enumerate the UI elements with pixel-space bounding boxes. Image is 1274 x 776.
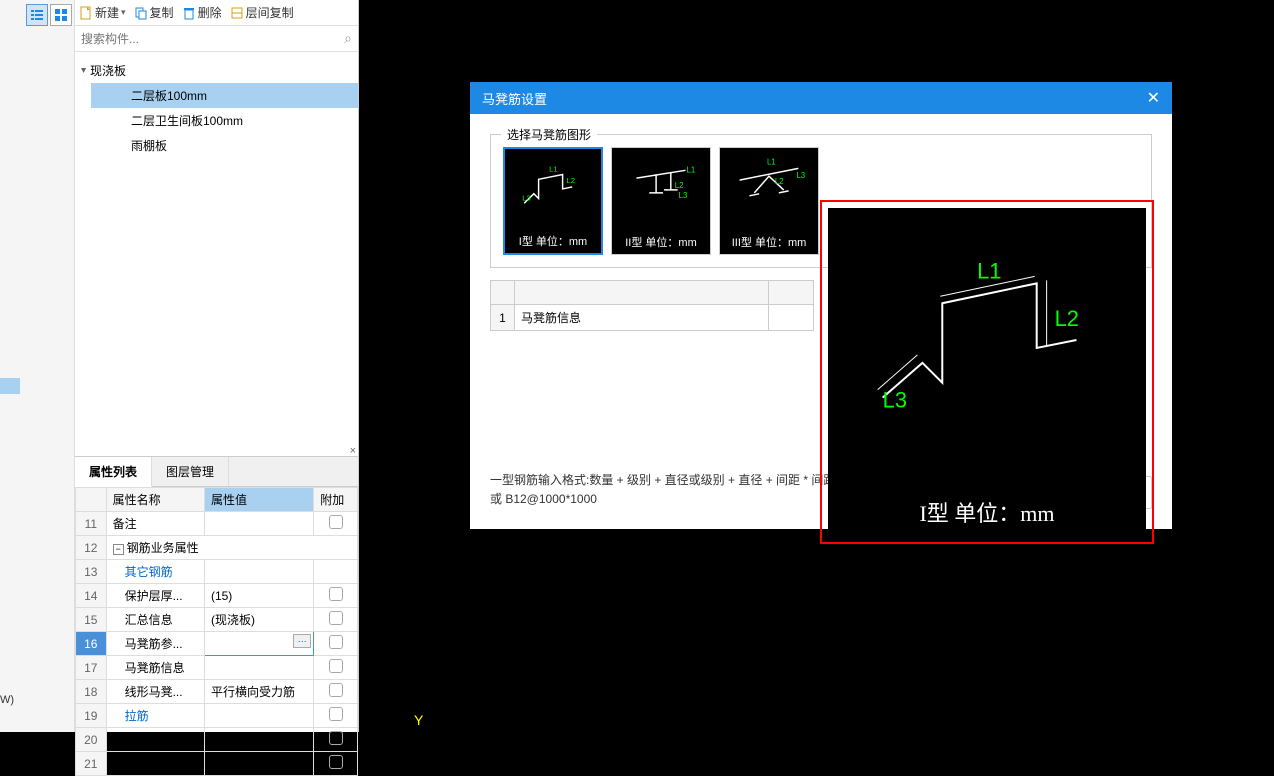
layer-copy-icon xyxy=(230,6,244,20)
tree-group-header[interactable]: 现浇板 xyxy=(75,58,358,83)
prop-row[interactable]: 21拉筋数量向上取整+1 xyxy=(76,752,358,776)
prop-row[interactable]: 18线形马凳...平行横向受力筋 xyxy=(76,680,358,704)
axis-y-label: Y xyxy=(414,712,423,728)
shape-type-3[interactable]: L1 L2 L3 III型 单位：mm xyxy=(719,147,819,255)
svg-text:L2: L2 xyxy=(1055,306,1079,331)
svg-text:L1: L1 xyxy=(549,165,558,174)
checkbox[interactable] xyxy=(329,587,343,601)
property-tabs: 属性列表 图层管理 xyxy=(75,457,358,487)
col-value: 属性值 xyxy=(204,488,313,512)
checkbox[interactable] xyxy=(329,635,343,649)
svg-text:L3: L3 xyxy=(796,171,805,180)
col-name: 属性名称 xyxy=(106,488,204,512)
tab-properties[interactable]: 属性列表 xyxy=(75,457,152,487)
dialog-title: 马凳筋设置 xyxy=(482,89,547,108)
col-num xyxy=(76,488,107,512)
preview-label: I型 单位：mm xyxy=(828,496,1146,528)
svg-text:L2: L2 xyxy=(775,177,784,186)
prop-row[interactable]: 20马凳筋数...向上取整+1 xyxy=(76,728,358,752)
prop-row[interactable]: 16马凳筋参...⋯ xyxy=(76,632,358,656)
shape-label-1: I型 单位：mm xyxy=(505,233,601,249)
tree-item-0[interactable]: 二层板100mm xyxy=(91,83,358,108)
dialog-header: 马凳筋设置 ✕ xyxy=(470,82,1172,114)
left-marker xyxy=(0,378,20,394)
sidebar: 新建▾ 复制 删除 层间复制 ⌕ 现浇板 二层板100mm 二层卫生间板100m… xyxy=(75,0,359,732)
toolbar: 新建▾ 复制 删除 层间复制 xyxy=(75,0,358,26)
tree-item-2[interactable]: 雨棚板 xyxy=(91,133,358,158)
shape-label-2: II型 单位：mm xyxy=(612,234,710,250)
checkbox[interactable] xyxy=(329,515,343,529)
prop-row[interactable]: 11备注 xyxy=(76,512,358,536)
checkbox[interactable] xyxy=(329,659,343,673)
shape-type-2[interactable]: L1L2L3 II型 单位：mm xyxy=(611,147,711,255)
new-icon xyxy=(79,6,93,20)
svg-text:L2: L2 xyxy=(566,176,575,185)
property-table: 属性名称 属性值 附加 11备注12−钢筋业务属性13其它钢筋14保护层厚...… xyxy=(75,487,358,776)
prop-row[interactable]: 19拉筋 xyxy=(76,704,358,728)
shape-label-3: III型 单位：mm xyxy=(720,234,818,250)
checkbox[interactable] xyxy=(329,611,343,625)
prop-row[interactable]: 13其它钢筋 xyxy=(76,560,358,584)
checkbox[interactable] xyxy=(329,731,343,745)
delete-icon xyxy=(182,6,196,20)
shape-preview: L1 L2 L3 I型 单位：mm xyxy=(820,200,1154,544)
left-rail: W) xyxy=(0,0,75,732)
edit-button[interactable]: ⋯ xyxy=(293,634,311,648)
svg-text:L1: L1 xyxy=(977,258,1001,283)
svg-text:L2: L2 xyxy=(675,181,684,190)
col-extra: 附加 xyxy=(314,488,358,512)
shape-legend: 选择马凳筋图形 xyxy=(501,126,597,143)
svg-text:L1: L1 xyxy=(686,165,695,174)
copy-icon xyxy=(134,6,148,20)
checkbox[interactable] xyxy=(329,683,343,697)
prop-row[interactable]: 17马凳筋信息 xyxy=(76,656,358,680)
search-box: ⌕ xyxy=(75,26,358,52)
info-row-1[interactable]: 1 马凳筋信息 xyxy=(491,305,814,331)
prop-row[interactable]: 12−钢筋业务属性 xyxy=(76,536,358,560)
grid-view-icon[interactable] xyxy=(50,4,72,26)
dialog-stirrup-settings: 马凳筋设置 ✕ 选择马凳筋图形 L1L2L3 I型 单位：mm L1L2L3 I… xyxy=(470,82,1172,529)
prop-row[interactable]: 15汇总信息(现浇板) xyxy=(76,608,358,632)
prop-row[interactable]: 14保护层厚...(15) xyxy=(76,584,358,608)
delete-button[interactable]: 删除 xyxy=(182,4,222,21)
property-panel: × 属性列表 图层管理 属性名称 属性值 附加 11备注12−钢筋业务属性13其… xyxy=(75,456,358,732)
new-button[interactable]: 新建▾ xyxy=(79,4,126,21)
svg-text:L3: L3 xyxy=(522,193,531,202)
search-input[interactable] xyxy=(81,32,344,46)
svg-text:L1: L1 xyxy=(767,157,776,166)
svg-text:L3: L3 xyxy=(679,191,688,200)
component-tree: 现浇板 二层板100mm 二层卫生间板100mm 雨棚板 xyxy=(75,52,358,164)
tab-layers[interactable]: 图层管理 xyxy=(152,457,229,486)
left-w-label: W) xyxy=(0,694,14,706)
checkbox[interactable] xyxy=(329,755,343,769)
copy-button[interactable]: 复制 xyxy=(134,4,174,21)
stirrup-info-table: 1 马凳筋信息 xyxy=(490,280,814,331)
svg-text:L3: L3 xyxy=(883,388,907,413)
layer-copy-button[interactable]: 层间复制 xyxy=(230,4,294,21)
checkbox[interactable] xyxy=(329,707,343,721)
list-view-icon[interactable] xyxy=(26,4,48,26)
close-icon[interactable]: ✕ xyxy=(1147,88,1160,108)
tree-item-1[interactable]: 二层卫生间板100mm xyxy=(91,108,358,133)
shape-type-1[interactable]: L1 L2 L3 I型 单位：mm xyxy=(503,147,603,255)
chevron-down-icon: ▾ xyxy=(121,7,126,18)
search-icon[interactable]: ⌕ xyxy=(344,30,352,47)
panel-close-icon[interactable]: × xyxy=(350,445,356,457)
